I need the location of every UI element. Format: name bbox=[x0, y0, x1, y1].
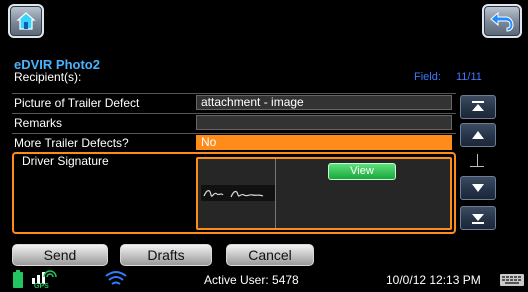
scroll-track-end bbox=[470, 166, 484, 167]
row-divider bbox=[12, 133, 456, 134]
home-button[interactable] bbox=[8, 4, 44, 38]
scroll-track bbox=[477, 154, 478, 166]
wifi-icon bbox=[105, 271, 127, 285]
active-user: Active User: 5478 bbox=[204, 273, 299, 287]
recipient-label: Recipient(s): bbox=[14, 70, 82, 84]
antenna-icon bbox=[32, 270, 57, 284]
more-defects-field[interactable]: No bbox=[196, 135, 452, 150]
scroll-down-icon bbox=[472, 184, 484, 192]
scroll-up-button[interactable] bbox=[460, 123, 496, 147]
drafts-button[interactable]: Drafts bbox=[120, 244, 212, 266]
scroll-bottom-icon bbox=[472, 214, 484, 224]
signature-thumbnail[interactable] bbox=[201, 185, 275, 201]
back-arrow-icon bbox=[490, 11, 514, 32]
home-icon bbox=[16, 12, 36, 30]
top-bar bbox=[0, 0, 528, 46]
scroll-down-button[interactable] bbox=[460, 176, 496, 200]
battery-icon bbox=[13, 270, 23, 288]
cancel-button[interactable]: Cancel bbox=[226, 244, 314, 266]
scroll-top-button[interactable] bbox=[460, 95, 496, 119]
row-divider bbox=[12, 93, 456, 94]
remarks-field[interactable] bbox=[196, 115, 452, 130]
row-divider bbox=[12, 113, 456, 114]
signature-label: Driver Signature bbox=[22, 154, 109, 168]
back-button[interactable] bbox=[482, 4, 522, 38]
row-label-picture: Picture of Trailer Defect bbox=[14, 96, 140, 110]
row-label-remarks: Remarks bbox=[14, 116, 63, 130]
field-counter: 11/11 bbox=[456, 71, 482, 83]
signature-divider bbox=[275, 159, 276, 228]
gps-label: GPS bbox=[34, 283, 49, 290]
scroll-top-icon bbox=[472, 101, 484, 111]
view-signature-button[interactable]: View bbox=[328, 163, 396, 180]
scroll-up-icon bbox=[472, 131, 484, 139]
scroll-bottom-button[interactable] bbox=[460, 206, 496, 230]
send-button[interactable]: Send bbox=[12, 244, 108, 266]
row-label-more-defects: More Trailer Defects? bbox=[14, 136, 129, 150]
picture-value-field[interactable]: attachment - image bbox=[196, 95, 452, 110]
keyboard-icon[interactable] bbox=[500, 274, 524, 286]
datetime: 10/0/12 12:13 PM bbox=[386, 273, 481, 287]
field-label: Field: bbox=[414, 71, 441, 83]
